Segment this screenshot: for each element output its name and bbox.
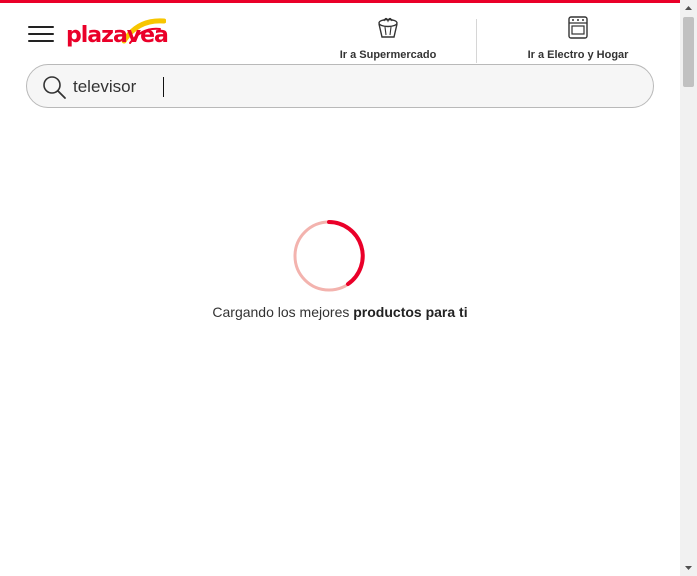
search-bar[interactable]	[26, 64, 654, 108]
page-scrollbar[interactable]	[680, 0, 697, 576]
menu-hamburger-icon[interactable]	[28, 25, 54, 43]
nav-supermercado-label: Ir a Supermercado	[339, 49, 437, 61]
loading-message-bold: productos para ti	[353, 304, 468, 320]
scroll-thumb[interactable]	[683, 17, 694, 87]
nav-divider	[476, 19, 477, 63]
loading-message: Cargando los mejores productos para ti	[0, 304, 680, 320]
logo-wordmark: plazavea	[66, 23, 169, 48]
loading-message-normal: Cargando los mejores	[212, 304, 354, 320]
nav-electro-hogar-link[interactable]: Ir a Electro y Hogar	[516, 15, 640, 61]
scroll-down-arrow-icon[interactable]	[680, 559, 697, 576]
site-header: plazavea Ir a Supermercado Ir a Electro …	[0, 3, 680, 63]
search-input[interactable]	[73, 73, 633, 101]
plazavea-logo[interactable]: plazavea	[64, 13, 169, 51]
nav-supermercado-link[interactable]: Ir a Supermercado	[330, 15, 446, 61]
basket-icon	[378, 17, 398, 38]
text-caret	[163, 77, 164, 97]
loading-spinner-icon	[293, 220, 365, 292]
stove-icon	[568, 16, 588, 39]
nav-electro-hogar-label: Ir a Electro y Hogar	[527, 49, 629, 61]
search-icon[interactable]	[41, 74, 67, 100]
scroll-up-arrow-icon[interactable]	[680, 0, 697, 17]
